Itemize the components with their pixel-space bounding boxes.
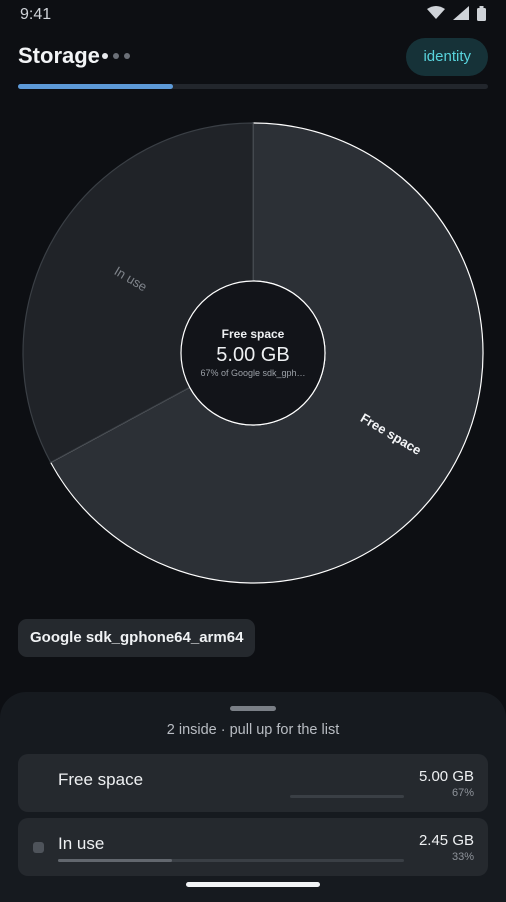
scan-progress-bar <box>18 84 488 89</box>
bottom-sheet[interactable]: 2 inside · pull up for the list Free spa… <box>0 692 506 902</box>
home-indicator[interactable] <box>186 882 320 887</box>
list-item-size: 5.00 GB <box>418 768 474 785</box>
list-item-in-use[interactable]: In use 2.45 GB 33% <box>18 818 488 876</box>
status-time: 9:41 <box>20 6 52 23</box>
signal-icon <box>453 6 469 20</box>
wifi-icon <box>427 6 445 19</box>
list-item-percent: 67% <box>451 787 474 799</box>
list-item-usage-bar <box>290 795 404 798</box>
list-item-size: 2.45 GB <box>418 832 474 849</box>
list-item-usage-fill <box>58 859 173 862</box>
battery-icon <box>477 6 486 21</box>
list-item-free-space[interactable]: Free space 5.00 GB 67% <box>18 754 488 812</box>
center-title: Free space <box>222 327 285 341</box>
list-item-label: Free space <box>58 770 144 789</box>
identity-button[interactable]: identity <box>406 38 488 76</box>
storage-sunburst-chart[interactable]: Free spaceIn use Free space 5.00 GB 67% … <box>0 110 506 600</box>
page-title: Storage <box>18 43 100 68</box>
center-subtitle: 67% of Google sdk_gph… <box>200 368 305 378</box>
scan-progress-fill <box>18 84 174 89</box>
list-item-percent: 33% <box>451 851 474 863</box>
center-value: 5.00 GB <box>216 344 289 366</box>
page-dot-3 <box>124 53 130 59</box>
device-chip[interactable]: Google sdk_gphone64_arm64 <box>18 619 256 657</box>
header: Storage identity <box>18 38 488 76</box>
status-icons <box>427 6 486 21</box>
page-dot-1 <box>102 53 108 59</box>
checkbox-icon[interactable] <box>33 842 44 853</box>
sheet-hint: 2 inside · pull up for the list <box>166 722 340 738</box>
list-item-label: In use <box>58 834 105 853</box>
status-bar: 9:41 <box>0 0 506 30</box>
sheet-drag-handle[interactable] <box>230 706 276 711</box>
list-item-usage-bar <box>58 859 404 862</box>
page-indicator-dots <box>102 53 130 59</box>
page-dot-2 <box>113 53 119 59</box>
